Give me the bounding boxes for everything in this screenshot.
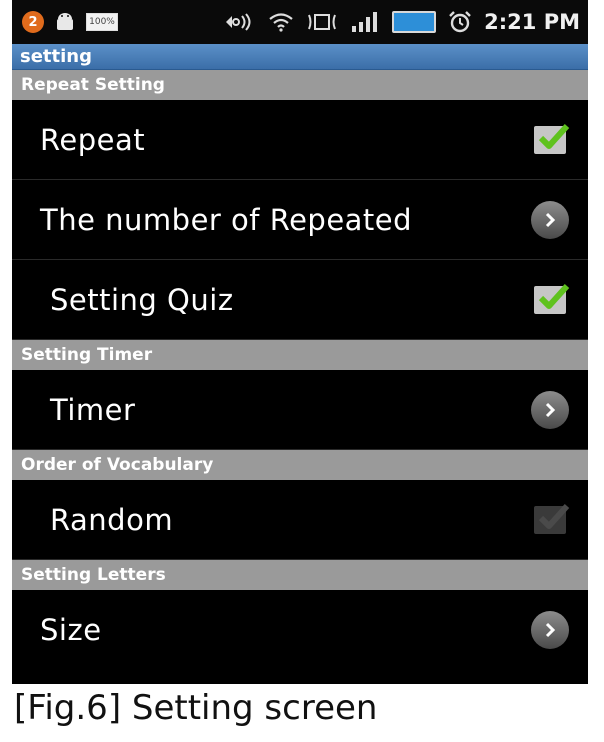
checkmark-icon: [538, 283, 570, 309]
data-icon: [306, 11, 338, 33]
setting-row-label: Repeat: [40, 122, 146, 157]
section-header-repeat-setting: Repeat Setting: [12, 70, 588, 100]
notification-badge-icon[interactable]: 2: [22, 11, 44, 33]
wifi-icon: [268, 12, 294, 32]
chevron-right-icon[interactable]: [531, 200, 569, 239]
alarm-icon: [448, 11, 472, 33]
random-checkbox[interactable]: [534, 503, 570, 534]
section-header-label: Setting Timer: [21, 345, 153, 365]
setting-row-label: Random: [50, 502, 174, 537]
section-header-label: Repeat Setting: [21, 75, 165, 95]
setting-row-label: The number of Repeated: [40, 202, 413, 237]
android-icon: [54, 12, 76, 32]
setting-row-label: Timer: [50, 392, 136, 427]
phone-screen: 2 100% 2:21 PM setting Repeat Setting Re…: [12, 0, 588, 684]
battery-small-icon: 100%: [86, 13, 118, 31]
status-time: 2:21 PM: [484, 10, 580, 34]
setting-row-number-of-repeated[interactable]: The number of Repeated: [12, 180, 588, 260]
setting-row-label: Size: [40, 613, 102, 647]
section-header-label: Setting Letters: [21, 565, 166, 585]
checkmark-icon: [538, 123, 570, 149]
headset-icon: [222, 12, 256, 32]
title-bar: setting: [12, 44, 588, 70]
signal-icon: [350, 12, 380, 32]
section-header-setting-letters: Setting Letters: [12, 560, 588, 590]
setting-row-random[interactable]: Random: [12, 480, 588, 560]
chevron-right-icon[interactable]: [531, 390, 569, 429]
repeat-checkbox[interactable]: [534, 123, 570, 154]
section-header-label: Order of Vocabulary: [21, 455, 214, 475]
setting-row-setting-quiz[interactable]: Setting Quiz: [12, 260, 588, 340]
battery-icon: [392, 11, 437, 33]
page-title: setting: [20, 46, 92, 67]
section-header-order-of-vocabulary: Order of Vocabulary: [12, 450, 588, 480]
checkmark-icon: [538, 503, 570, 529]
setting-quiz-checkbox[interactable]: [534, 283, 570, 314]
setting-row-label: Setting Quiz: [50, 282, 234, 317]
figure-caption: [Fig.6] Setting screen: [14, 688, 378, 728]
setting-row-timer[interactable]: Timer: [12, 370, 588, 450]
chevron-right-icon[interactable]: [531, 611, 569, 649]
setting-row-repeat[interactable]: Repeat: [12, 100, 588, 180]
status-bar: 2 100% 2:21 PM: [12, 0, 588, 44]
setting-row-size[interactable]: Size: [12, 590, 588, 670]
section-header-setting-timer: Setting Timer: [12, 340, 588, 370]
